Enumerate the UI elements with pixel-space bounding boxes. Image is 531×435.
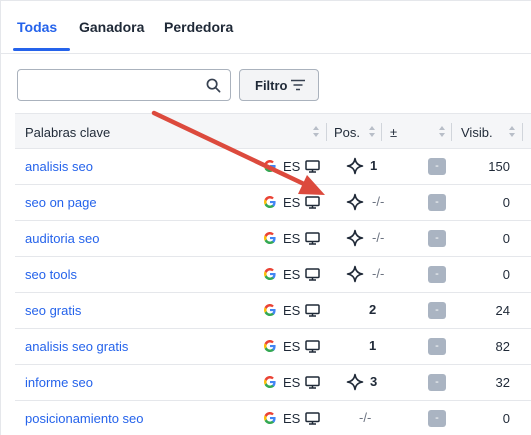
diff-badge: - (428, 338, 446, 355)
desktop-icon (305, 196, 320, 209)
sort-icon[interactable] (439, 126, 445, 137)
position-value: -/- (359, 410, 372, 425)
desktop-icon (305, 304, 320, 317)
google-icon (264, 268, 276, 280)
search-input[interactable] (26, 76, 196, 96)
keyword-link[interactable]: informe seo (25, 375, 93, 390)
google-icon (264, 304, 276, 316)
header-position[interactable]: Pos. (334, 125, 360, 140)
serp-feature-icon (346, 373, 364, 391)
serp-feature-icon (346, 157, 364, 175)
diff-badge: - (428, 374, 446, 391)
locale-label: ES (283, 411, 301, 426)
visibility-value: 150 (488, 159, 510, 174)
position-value: -/- (372, 266, 385, 281)
position-value: 1 (369, 338, 377, 353)
visibility-value: 0 (502, 267, 510, 282)
column-divider (381, 123, 382, 141)
position-value: 3 (370, 374, 378, 389)
serp-feature-icon (346, 265, 364, 283)
tab-ganadora[interactable]: Ganadora (79, 19, 144, 35)
filter-button[interactable]: Filtro (239, 69, 319, 101)
locale-label: ES (283, 267, 301, 282)
locale-label: ES (283, 339, 301, 354)
search-icon[interactable] (206, 78, 221, 93)
diff-badge: - (428, 158, 446, 175)
column-divider (522, 123, 523, 141)
position-value: 1 (370, 158, 378, 173)
diff-badge: - (428, 266, 446, 283)
table-row[interactable]: analisis seo ES 1 - 150 (15, 149, 531, 185)
diff-badge: - (428, 410, 446, 427)
keyword-link[interactable]: posicionamiento seo (25, 411, 144, 426)
search-box[interactable] (17, 69, 231, 101)
keyword-link[interactable]: seo tools (25, 267, 77, 282)
google-icon (264, 160, 276, 172)
desktop-icon (305, 412, 320, 425)
table-row[interactable]: seo tools ES -/- - 0 (15, 257, 531, 293)
keyword-link[interactable]: analisis seo gratis (25, 339, 128, 354)
table-row[interactable]: posicionamiento seo ES -/- - 0 (15, 401, 531, 435)
table-row[interactable]: seo gratis ES 2 - 24 (15, 293, 531, 329)
desktop-icon (305, 268, 320, 281)
visibility-value: 82 (495, 339, 510, 354)
serp-feature-icon (346, 193, 364, 211)
visibility-value: 0 (502, 195, 510, 210)
visibility-value: 0 (502, 231, 510, 246)
table-row[interactable]: auditoria seo ES -/- - 0 (15, 221, 531, 257)
locale-label: ES (283, 303, 301, 318)
keyword-link[interactable]: seo gratis (25, 303, 81, 318)
desktop-icon (305, 340, 320, 353)
position-value: -/- (372, 194, 385, 209)
position-value: -/- (372, 230, 385, 245)
diff-badge: - (428, 230, 446, 247)
google-icon (264, 340, 276, 352)
table-row[interactable]: analisis seo gratis ES 1 - 82 (15, 329, 531, 365)
header-keywords[interactable]: Palabras clave (25, 125, 110, 140)
desktop-icon (305, 160, 320, 173)
tab-bar: Todas Ganadora Perdedora (1, 1, 531, 54)
locale-label: ES (283, 195, 301, 210)
desktop-icon (305, 232, 320, 245)
keyword-link[interactable]: seo on page (25, 195, 97, 210)
header-diff[interactable]: ± (390, 125, 397, 140)
desktop-icon (305, 376, 320, 389)
google-icon (264, 196, 276, 208)
diff-badge: - (428, 194, 446, 211)
sort-icon[interactable] (313, 126, 319, 137)
visibility-value: 24 (495, 303, 510, 318)
keywords-panel: Todas Ganadora Perdedora Filtro Palabras… (0, 0, 531, 435)
filter-button-label: Filtro (255, 78, 288, 93)
tab-todas[interactable]: Todas (17, 19, 57, 35)
google-icon (264, 376, 276, 388)
visibility-value: 0 (502, 411, 510, 426)
filter-lines-icon (291, 79, 305, 91)
table-row[interactable]: seo on page ES -/- - 0 (15, 185, 531, 221)
table-row[interactable]: informe seo ES 3 - 32 (15, 365, 531, 401)
table-header: Palabras clave Pos. ± Visib. (15, 113, 531, 149)
locale-label: ES (283, 159, 301, 174)
serp-feature-icon (346, 229, 364, 247)
visibility-value: 32 (495, 375, 510, 390)
sort-icon[interactable] (509, 126, 515, 137)
column-divider (326, 123, 327, 141)
tab-perdedora[interactable]: Perdedora (164, 19, 233, 35)
locale-label: ES (283, 375, 301, 390)
column-divider (451, 123, 452, 141)
google-icon (264, 412, 276, 424)
active-tab-indicator (13, 48, 70, 51)
sort-icon[interactable] (369, 126, 375, 137)
locale-label: ES (283, 231, 301, 246)
keyword-link[interactable]: analisis seo (25, 159, 93, 174)
google-icon (264, 232, 276, 244)
header-visibility[interactable]: Visib. (461, 125, 493, 140)
keyword-link[interactable]: auditoria seo (25, 231, 99, 246)
diff-badge: - (428, 302, 446, 319)
position-value: 2 (369, 302, 377, 317)
